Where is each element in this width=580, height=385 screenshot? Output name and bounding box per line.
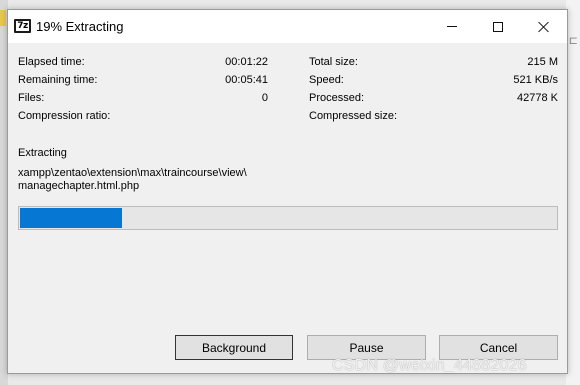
current-file-path: xampp\zentao\extension\max\traincourse\v… — [18, 167, 318, 193]
total-size-value: 215 M — [527, 56, 558, 68]
processed-value: 42778 K — [517, 92, 558, 104]
7zip-app-icon: 7z — [14, 19, 31, 33]
minimize-icon — [447, 26, 457, 27]
maximize-button[interactable] — [475, 10, 521, 43]
extract-progress-dialog: 7z 19% Extracting Elapsed time: 00:01:22… — [7, 9, 568, 374]
progress-bar — [18, 206, 558, 230]
background-folder-edge — [0, 10, 6, 26]
file-path-line-1: xampp\zentao\extension\max\traincourse\v… — [18, 167, 247, 179]
close-icon — [538, 21, 550, 33]
maximize-icon — [493, 21, 503, 32]
file-path-line-2: managechapter.html.php — [18, 180, 140, 192]
processed-label: Processed: — [309, 92, 365, 104]
compressed-size-label: Compressed size: — [309, 110, 398, 122]
minimize-button[interactable] — [429, 10, 475, 43]
window-title: 19% Extracting — [36, 19, 124, 34]
csdn-watermark: CSDN @weixin_44882026 — [332, 357, 527, 374]
files-value: 0 — [261, 92, 268, 104]
title-bar[interactable]: 7z 19% Extracting — [8, 10, 567, 43]
background-desktop-right: ⊏ — [566, 0, 580, 385]
speed-value: 521 KB/s — [513, 74, 558, 86]
compression-ratio-label: Compression ratio: — [18, 110, 111, 122]
close-button[interactable] — [521, 10, 567, 43]
background-glyph: ⊏ — [568, 34, 578, 47]
remaining-time-label: Remaining time: — [18, 74, 98, 86]
operation-status-label: Extracting — [18, 147, 67, 159]
elapsed-time-value: 00:01:22 — [225, 56, 268, 68]
files-label: Files: — [18, 92, 45, 104]
elapsed-time-label: Elapsed time: — [18, 56, 85, 68]
remaining-time-value: 00:05:41 — [225, 74, 268, 86]
progress-bar-fill — [20, 208, 122, 228]
background-button[interactable]: Background — [175, 335, 293, 360]
speed-label: Speed: — [309, 74, 344, 86]
total-size-label: Total size: — [309, 56, 358, 68]
